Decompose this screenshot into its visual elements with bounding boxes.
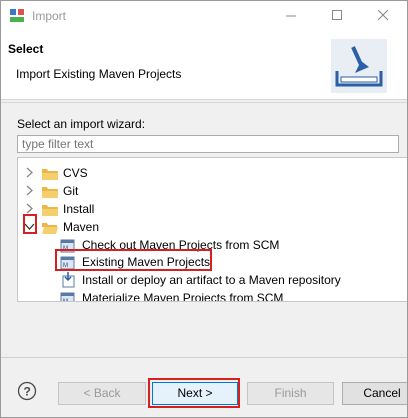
maximize-button[interactable] — [315, 1, 361, 31]
maven-expander-highlight — [23, 214, 37, 234]
help-icon: ? — [17, 381, 37, 401]
tree-item-materialize-maven-projects[interactable]: M Materialize Maven Projects from SCM — [58, 289, 398, 302]
svg-text:?: ? — [24, 385, 31, 399]
wizard-header: Select Import Existing Maven Projects — [1, 31, 407, 100]
tree-item-label: CVS — [63, 166, 88, 180]
svg-text:M: M — [63, 299, 68, 302]
wizard-list-label: Select an import wizard: — [17, 117, 146, 131]
existing-maven-projects-highlight — [55, 249, 212, 271]
wizard-tree[interactable]: CVS Git Install Maven M Check out Maven … — [17, 157, 407, 302]
tree-item-label: Git — [63, 184, 79, 198]
folder-open-icon — [42, 223, 58, 234]
cancel-button[interactable]: Cancel — [342, 382, 407, 405]
page-title: Select — [8, 42, 44, 56]
tree-item-label: Install or deploy an artifact to a Maven… — [82, 273, 341, 287]
minimize-icon — [286, 15, 296, 17]
folder-icon — [42, 205, 58, 216]
window-title: Import — [32, 9, 67, 23]
maven-project-icon: M — [60, 292, 75, 302]
minimize-button[interactable] — [269, 1, 315, 31]
import-dialog: Import Select Import Existing Maven Proj… — [0, 0, 408, 418]
tree-item-label: Install — [63, 202, 95, 216]
close-icon — [377, 9, 389, 21]
chevron-right-icon[interactable] — [24, 167, 35, 178]
maven-deploy-icon — [62, 272, 75, 288]
page-description: Import Existing Maven Projects — [16, 67, 182, 81]
import-app-icon — [10, 9, 26, 23]
back-button[interactable]: < Back — [58, 382, 146, 405]
maximize-icon — [332, 10, 342, 20]
filter-input[interactable] — [17, 135, 399, 153]
tree-item-install[interactable]: Install — [22, 200, 382, 218]
finish-button[interactable]: Finish — [247, 382, 334, 405]
help-button[interactable]: ? — [17, 381, 37, 401]
import-wizard-banner-icon — [331, 39, 387, 93]
close-button[interactable] — [361, 1, 407, 31]
tree-item-install-deploy-artifact[interactable]: Install or deploy an artifact to a Maven… — [58, 271, 398, 289]
tree-item-maven[interactable]: Maven — [22, 218, 382, 236]
next-button-highlight — [148, 378, 240, 408]
tree-item-git[interactable]: Git — [22, 182, 382, 200]
tree-item-cvs[interactable]: CVS — [22, 164, 382, 182]
chevron-right-icon[interactable] — [24, 185, 35, 196]
button-bar-divider — [1, 357, 407, 358]
tree-item-label: Materialize Maven Projects from SCM — [82, 291, 284, 302]
folder-icon — [42, 169, 58, 180]
title-bar: Import — [1, 1, 407, 31]
tree-item-label: Maven — [63, 220, 100, 234]
folder-icon — [42, 187, 58, 198]
header-divider — [1, 102, 407, 103]
chevron-right-icon[interactable] — [24, 203, 35, 214]
